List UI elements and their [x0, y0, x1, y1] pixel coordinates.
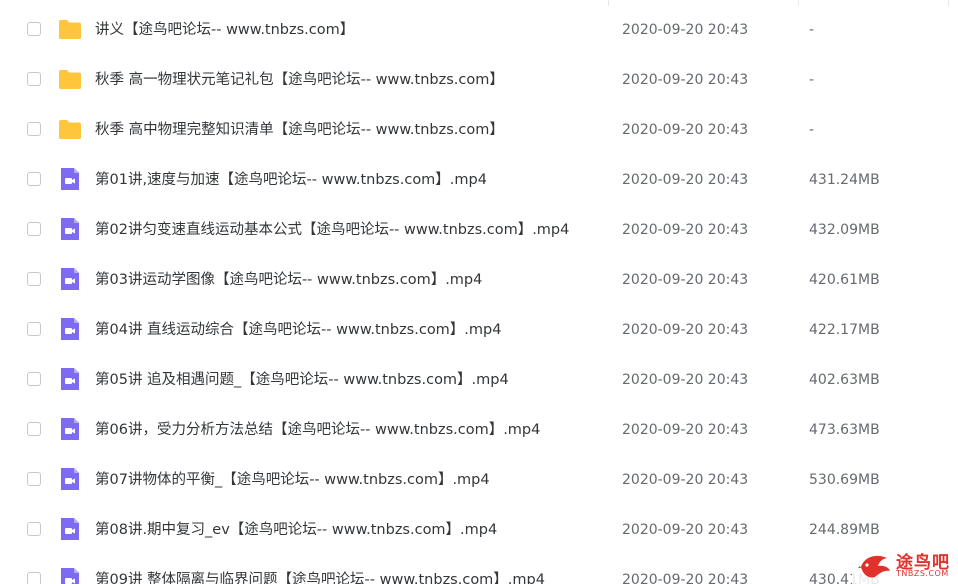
file-date: 2020-09-20 20:43	[622, 172, 749, 188]
video-file-icon	[61, 268, 79, 290]
file-size: 530.69MB	[809, 472, 880, 488]
watermark-subtext: TNBZS.COM	[896, 569, 949, 578]
file-name[interactable]: 第02讲匀变速直线运动基本公式【途鸟吧论坛-- www.tnbzs.com】.m…	[95, 205, 569, 255]
file-name[interactable]: 秋季 高一物理状元笔记礼包【途鸟吧论坛-- www.tnbzs.com】	[95, 55, 504, 105]
file-date: 2020-09-20 20:43	[622, 522, 749, 538]
row-checkbox[interactable]	[27, 272, 41, 286]
video-file-icon	[61, 318, 79, 340]
row-checkbox[interactable]	[27, 522, 41, 536]
video-file-icon	[61, 418, 79, 440]
file-row[interactable]: 第02讲匀变速直线运动基本公式【途鸟吧论坛-- www.tnbzs.com】.m…	[0, 205, 958, 255]
file-date: 2020-09-20 20:43	[622, 222, 749, 238]
file-size: 473.63MB	[809, 422, 880, 438]
file-name[interactable]: 秋季 高中物理完整知识清单【途鸟吧论坛-- www.tnbzs.com】	[95, 105, 504, 155]
folder-row[interactable]: 秋季 高一物理状元笔记礼包【途鸟吧论坛-- www.tnbzs.com】 2020…	[0, 55, 958, 105]
file-list: 讲义【途鸟吧论坛-- www.tnbzs.com】 2020-09-20 20:4…	[0, 0, 958, 584]
file-name[interactable]: 第07讲物体的平衡_【途鸟吧论坛-- www.tnbzs.com】.mp4	[95, 455, 490, 505]
video-file-icon	[61, 468, 79, 490]
row-checkbox[interactable]	[27, 22, 41, 36]
file-row[interactable]: 第04讲 直线运动综合【途鸟吧论坛-- www.tnbzs.com】.mp4 20…	[0, 305, 958, 355]
folder-icon	[59, 70, 81, 89]
file-name[interactable]: 讲义【途鸟吧论坛-- www.tnbzs.com】	[95, 5, 354, 55]
file-size: 420.61MB	[809, 272, 880, 288]
file-row[interactable]: 第06讲，受力分析方法总结【途鸟吧论坛-- www.tnbzs.com】.mp4…	[0, 405, 958, 455]
file-size: -	[809, 22, 815, 38]
file-size: 431.24MB	[809, 172, 880, 188]
video-file-icon	[61, 568, 79, 584]
file-name[interactable]: 第04讲 直线运动综合【途鸟吧论坛-- www.tnbzs.com】.mp4	[95, 305, 501, 355]
row-checkbox[interactable]	[27, 422, 41, 436]
file-row[interactable]: 第09讲 整体隔离与临界问题【途鸟吧论坛-- www.tnbzs.com】.mp…	[0, 555, 958, 584]
file-name[interactable]: 第05讲 追及相遇问题_【途鸟吧论坛-- www.tnbzs.com】.mp4	[95, 355, 509, 405]
file-date: 2020-09-20 20:43	[622, 472, 749, 488]
row-checkbox[interactable]	[27, 472, 41, 486]
file-size: 402.63MB	[809, 372, 880, 388]
bird-logo-icon	[858, 555, 890, 578]
video-file-icon	[61, 218, 79, 240]
row-checkbox[interactable]	[27, 222, 41, 236]
file-name[interactable]: 第09讲 整体隔离与临界问题【途鸟吧论坛-- www.tnbzs.com】.mp…	[95, 555, 545, 584]
row-checkbox[interactable]	[27, 72, 41, 86]
file-row[interactable]: 第05讲 追及相遇问题_【途鸟吧论坛-- www.tnbzs.com】.mp4 2…	[0, 355, 958, 405]
file-row[interactable]: 第07讲物体的平衡_【途鸟吧论坛-- www.tnbzs.com】.mp4 202…	[0, 455, 958, 505]
video-file-icon	[61, 168, 79, 190]
file-row[interactable]: 第08讲.期中复习_ev【途鸟吧论坛-- www.tnbzs.com】.mp4 2…	[0, 505, 958, 555]
file-date: 2020-09-20 20:43	[622, 322, 749, 338]
video-file-icon	[61, 368, 79, 390]
file-date: 2020-09-20 20:43	[622, 572, 749, 584]
folder-row[interactable]: 讲义【途鸟吧论坛-- www.tnbzs.com】 2020-09-20 20:4…	[0, 5, 958, 55]
row-checkbox[interactable]	[27, 122, 41, 136]
file-date: 2020-09-20 20:43	[622, 422, 749, 438]
file-date: 2020-09-20 20:43	[622, 272, 749, 288]
file-name[interactable]: 第03讲运动学图像【途鸟吧论坛-- www.tnbzs.com】.mp4	[95, 255, 482, 305]
row-checkbox[interactable]	[27, 172, 41, 186]
file-date: 2020-09-20 20:43	[622, 372, 749, 388]
file-size: -	[809, 72, 815, 88]
row-checkbox[interactable]	[27, 572, 41, 584]
folder-icon	[59, 20, 81, 39]
file-name[interactable]: 第01讲,速度与加速【途鸟吧论坛-- www.tnbzs.com】.mp4	[95, 155, 487, 205]
file-size: 432.09MB	[809, 222, 880, 238]
video-file-icon	[61, 518, 79, 540]
folder-icon	[59, 120, 81, 139]
watermark: 途鸟吧 TNBZS.COM	[852, 546, 958, 584]
file-date: 2020-09-20 20:43	[622, 22, 749, 38]
file-name[interactable]: 第08讲.期中复习_ev【途鸟吧论坛-- www.tnbzs.com】.mp4	[95, 505, 497, 555]
row-checkbox[interactable]	[27, 372, 41, 386]
file-row[interactable]: 第01讲,速度与加速【途鸟吧论坛-- www.tnbzs.com】.mp4 202…	[0, 155, 958, 205]
file-date: 2020-09-20 20:43	[622, 72, 749, 88]
row-checkbox[interactable]	[27, 322, 41, 336]
file-size: 422.17MB	[809, 322, 880, 338]
file-date: 2020-09-20 20:43	[622, 122, 749, 138]
folder-row[interactable]: 秋季 高中物理完整知识清单【途鸟吧论坛-- www.tnbzs.com】 2020…	[0, 105, 958, 155]
file-row[interactable]: 第03讲运动学图像【途鸟吧论坛-- www.tnbzs.com】.mp4 2020…	[0, 255, 958, 305]
file-name[interactable]: 第06讲，受力分析方法总结【途鸟吧论坛-- www.tnbzs.com】.mp4	[95, 405, 540, 455]
file-size: -	[809, 122, 815, 138]
